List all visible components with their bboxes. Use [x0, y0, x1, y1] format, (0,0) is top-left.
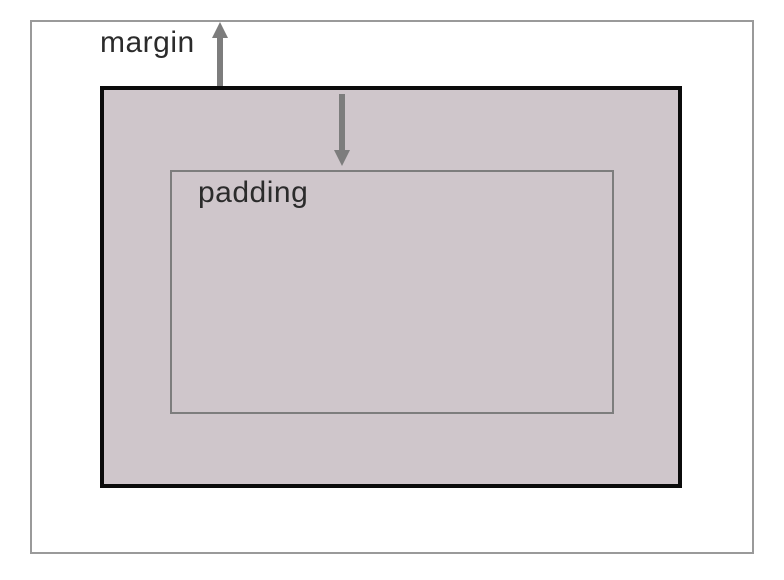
box-model-diagram: margin padding [0, 0, 784, 580]
margin-label: margin [100, 26, 195, 60]
padding-label: padding [198, 176, 308, 210]
